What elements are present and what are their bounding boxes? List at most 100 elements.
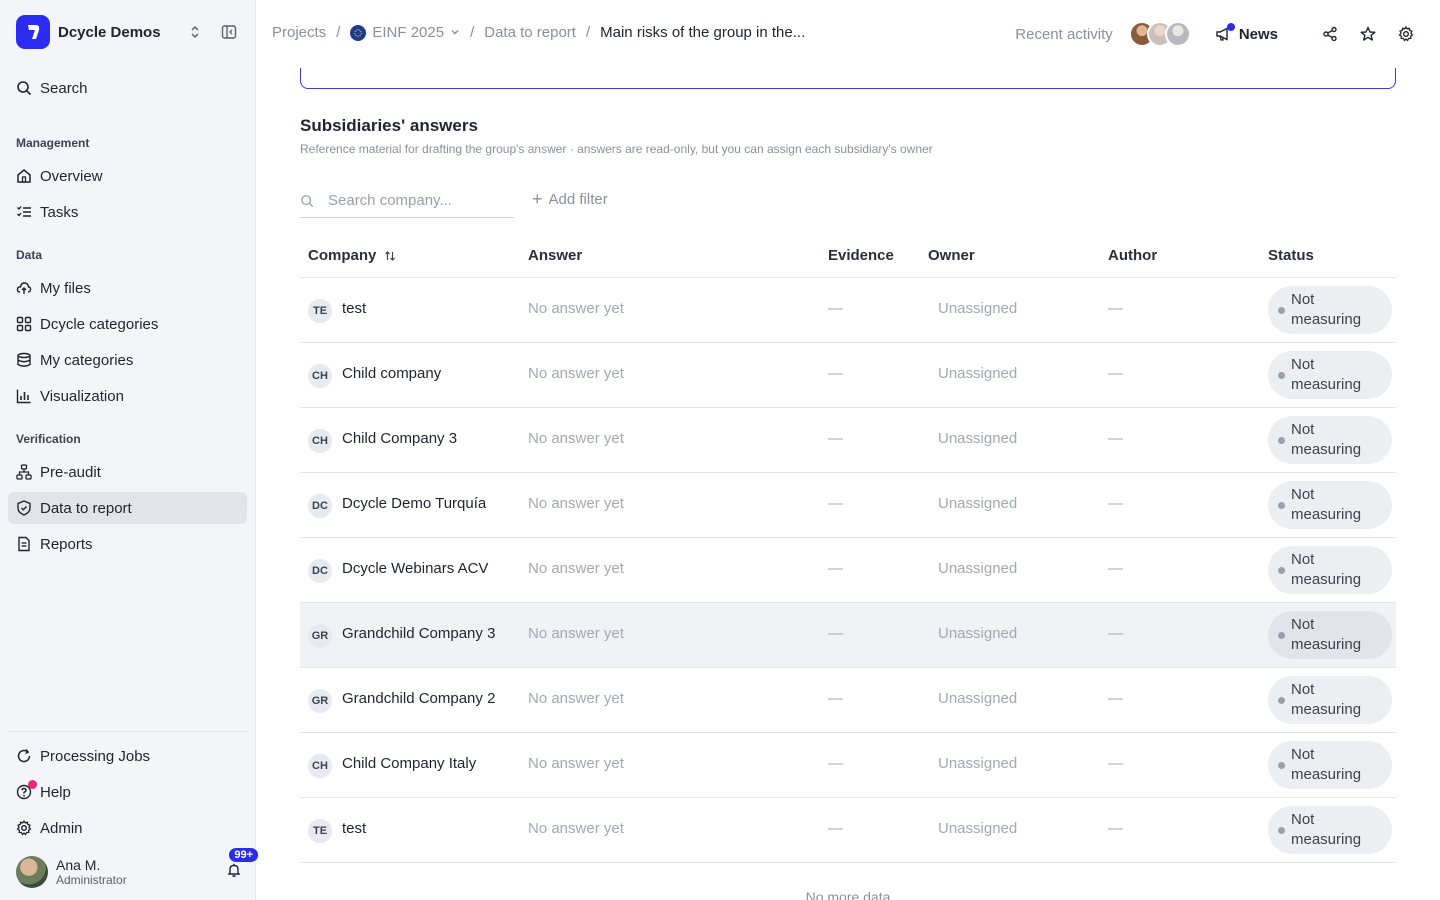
recent-activity-link[interactable]: Recent activity (1015, 26, 1113, 43)
sidebar-item-label: Overview (40, 167, 103, 185)
sidebar-item-pre-audit[interactable]: Pre-audit (8, 456, 247, 488)
search-icon (16, 80, 32, 96)
evidence-cell: — (828, 820, 843, 837)
status-dot (1278, 631, 1285, 639)
company-name[interactable]: Grandchild Company 3 (342, 625, 495, 642)
bell-icon (226, 862, 242, 883)
sort-icon[interactable] (384, 250, 396, 262)
sidebar-collapse-icon[interactable] (218, 21, 240, 43)
breadcrumb-separator: / (470, 24, 475, 41)
breadcrumb-projects[interactable]: Projects (272, 24, 326, 41)
database-icon (16, 352, 32, 368)
status-dot (1278, 761, 1285, 769)
table-row[interactable]: GR Grandchild Company 3 No answer yet — Unas… (300, 603, 1396, 668)
evidence-cell: — (828, 300, 843, 317)
table-row[interactable]: TE test No answer yet — Unassigned — Not measu… (300, 278, 1396, 343)
sidebar-item-label: Help (40, 783, 71, 801)
section-label-management: Management (16, 136, 90, 150)
status-dot (1278, 696, 1285, 704)
owner-selector[interactable]: Unassigned (938, 365, 1017, 382)
company-initials-badge: TE (308, 299, 332, 323)
evidence-cell: — (828, 560, 843, 577)
breadcrumb-current: Main risks of the group in the... (600, 24, 806, 41)
user-profile[interactable]: Ana M. Administrator 99+ (16, 846, 260, 888)
cloud-upload-icon (16, 280, 32, 296)
column-header-evidence: Evidence (828, 247, 894, 264)
column-header-company[interactable]: Company (308, 247, 396, 264)
table-row[interactable]: TE test No answer yet — Unassigned — Not measu… (300, 798, 1396, 863)
status-label: Not measuring (1291, 291, 1362, 328)
collaborator-avatars[interactable] (1128, 21, 1191, 47)
company-search[interactable] (300, 184, 514, 218)
share-icon[interactable] (1320, 24, 1340, 44)
status-badge: Not measuring (1268, 806, 1392, 854)
notifications-button[interactable]: 99+ (222, 846, 260, 884)
column-header-owner: Owner (928, 247, 975, 264)
breadcrumb-separator: / (336, 24, 341, 41)
company-initials-badge: CH (308, 364, 332, 388)
sidebar-item-dcycle-categories[interactable]: Dcycle categories (8, 308, 247, 340)
search-input[interactable] (328, 192, 498, 209)
status-label: Not measuring (1291, 356, 1362, 393)
avatar (1164, 21, 1191, 47)
sidebar-item-label: Reports (40, 535, 93, 553)
news-button[interactable]: News (1215, 23, 1278, 43)
company-name[interactable]: Child Company 3 (342, 430, 457, 447)
sidebar-item-label: Pre-audit (40, 463, 101, 481)
organization-switcher[interactable]: Dcycle Demos (16, 15, 240, 49)
add-filter-label: Add filter (548, 190, 608, 208)
table-row[interactable]: DC Dcycle Webinars ACV No answer yet — Unass… (300, 538, 1396, 603)
table-row[interactable]: DC Dcycle Demo Turquía No answer yet — Unass… (300, 473, 1396, 538)
owner-selector[interactable]: Unassigned (938, 300, 1017, 317)
company-name[interactable]: Grandchild Company 2 (342, 690, 495, 707)
company-name[interactable]: Child company (342, 365, 441, 382)
avatar (16, 856, 48, 888)
sidebar-item-visualization[interactable]: Visualization (8, 380, 247, 412)
owner-selector[interactable]: Unassigned (938, 690, 1017, 707)
sidebar-item-help[interactable]: Help (8, 776, 247, 808)
breadcrumb-section[interactable]: Data to report (484, 24, 576, 41)
status-label: Not measuring (1291, 421, 1362, 458)
sidebar-item-overview[interactable]: Overview (8, 160, 247, 192)
owner-selector[interactable]: Unassigned (938, 625, 1017, 642)
author-cell: — (1108, 625, 1123, 642)
author-cell: — (1108, 495, 1123, 512)
company-name[interactable]: Dcycle Webinars ACV (342, 560, 488, 577)
status-badge: Not measuring (1268, 416, 1392, 464)
star-icon[interactable] (1358, 24, 1378, 44)
table-row[interactable]: CH Child Company 3 No answer yet — Unassigne… (300, 408, 1396, 473)
owner-selector[interactable]: Unassigned (938, 430, 1017, 447)
sidebar-item-processing-jobs[interactable]: Processing Jobs (8, 740, 247, 772)
settings-icon[interactable] (1396, 24, 1416, 44)
company-name[interactable]: test (342, 820, 366, 837)
owner-selector[interactable]: Unassigned (938, 755, 1017, 772)
company-name[interactable]: test (342, 300, 366, 317)
chevron-up-down-icon[interactable] (184, 21, 206, 43)
table-row[interactable]: GR Grandchild Company 2 No answer yet — Unas… (300, 668, 1396, 733)
sidebar-item-tasks[interactable]: Tasks (8, 196, 247, 228)
evidence-cell: — (828, 755, 843, 772)
table-row[interactable]: CH Child Company Italy No answer yet — Unass… (300, 733, 1396, 798)
sidebar-item-my-files[interactable]: My files (8, 272, 247, 304)
sidebar-item-label: Dcycle categories (40, 315, 159, 333)
status-badge: Not measuring (1268, 546, 1392, 594)
sidebar-item-search[interactable]: Search (8, 72, 247, 104)
sidebar-item-my-categories[interactable]: My categories (8, 344, 247, 376)
owner-selector[interactable]: Unassigned (938, 495, 1017, 512)
sidebar-item-admin[interactable]: Admin (8, 812, 247, 844)
notification-dot (28, 780, 37, 789)
status-dot (1278, 826, 1285, 834)
chevron-down-icon[interactable] (450, 24, 460, 41)
sidebar-item-reports[interactable]: Reports (8, 528, 247, 560)
status-dot (1278, 371, 1285, 379)
company-name[interactable]: Child Company Italy (342, 755, 476, 772)
author-cell: — (1108, 430, 1123, 447)
breadcrumb-project[interactable]: EINF 2025 (372, 24, 444, 41)
table-row[interactable]: CH Child company No answer yet — Unassigned —… (300, 343, 1396, 408)
company-name[interactable]: Dcycle Demo Turquía (342, 495, 486, 512)
add-filter-button[interactable]: + Add filter (532, 190, 608, 208)
sidebar-item-data-to-report[interactable]: Data to report (8, 492, 247, 524)
author-cell: — (1108, 755, 1123, 772)
owner-selector[interactable]: Unassigned (938, 820, 1017, 837)
owner-selector[interactable]: Unassigned (938, 560, 1017, 577)
